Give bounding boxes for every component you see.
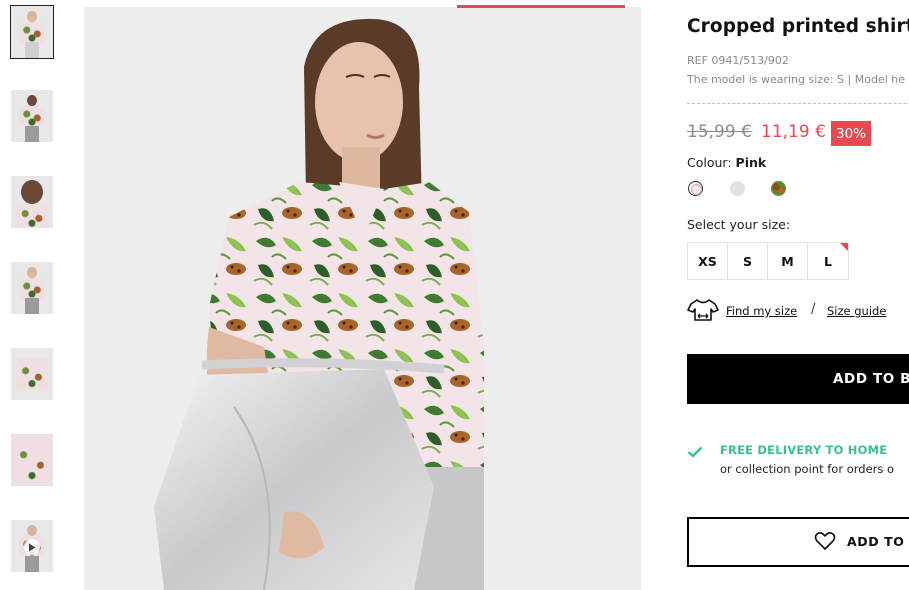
low-stock-corner-icon [840, 243, 848, 251]
delivery-info: FREE DELIVERY TO HOME or collection poin… [687, 442, 909, 482]
sale-price: 11,19 € [761, 122, 826, 142]
colour-swatch-pink[interactable] [688, 181, 703, 196]
product-title: Cropped printed shirt [687, 16, 909, 37]
product-main-image [84, 7, 641, 590]
collection-point-text: or collection point for orders o [720, 462, 895, 476]
check-icon [687, 446, 703, 458]
add-to-bag-label: ADD TO BA [833, 371, 909, 387]
colour-swatch-grey[interactable] [730, 181, 745, 196]
size-option-s[interactable]: S [728, 243, 768, 279]
colour-label: Colour: Pink [687, 155, 766, 170]
discount-badge: 30% [831, 121, 871, 146]
tshirt-ruler-icon [687, 299, 719, 321]
size-option-m[interactable]: M [768, 243, 808, 279]
play-icon [24, 539, 40, 555]
thumbnail-4[interactable] [11, 262, 53, 314]
fit-separator: / [811, 302, 816, 317]
size-label: Select your size: [687, 217, 791, 232]
selected-colour: Pink [735, 155, 767, 170]
thumbnail-gallery [0, 0, 70, 590]
product-info-panel: Cropped printed shirt REF 0941/513/902 T… [687, 0, 909, 590]
original-price: 15,99 € [687, 122, 752, 142]
add-to-wishlist-button[interactable]: ADD TO W [687, 517, 909, 567]
heart-icon [814, 532, 836, 550]
add-to-bag-button[interactable]: ADD TO BA [687, 354, 909, 404]
colour-label-text: Colour: [687, 155, 732, 170]
colour-swatch-green-print[interactable] [771, 181, 786, 196]
size-option-xs[interactable]: XS [688, 243, 728, 279]
thumbnail-1[interactable] [10, 5, 54, 59]
divider [687, 103, 909, 104]
size-option-l-label: L [824, 253, 832, 269]
add-to-wishlist-label: ADD TO W [847, 534, 909, 549]
size-guide-link[interactable]: Size guide [827, 304, 886, 318]
model-photo-illustration [84, 7, 641, 590]
size-selector: XS S M L [687, 242, 849, 280]
fit-links: Find my size / Size guide [687, 298, 909, 326]
free-delivery-text: FREE DELIVERY TO HOME [720, 443, 888, 457]
thumbnail-7-video[interactable] [11, 520, 53, 572]
thumbnail-2[interactable] [11, 90, 53, 142]
model-size-info: The model is wearing size: S | Model he [687, 73, 905, 86]
image-accent-bar [457, 5, 625, 8]
thumbnail-3[interactable] [11, 176, 53, 228]
product-ref: REF 0941/513/902 [687, 54, 789, 67]
size-option-l[interactable]: L [808, 243, 848, 279]
find-my-size-link[interactable]: Find my size [726, 304, 797, 318]
thumbnail-5[interactable] [11, 348, 53, 400]
thumbnail-6[interactable] [11, 434, 53, 486]
